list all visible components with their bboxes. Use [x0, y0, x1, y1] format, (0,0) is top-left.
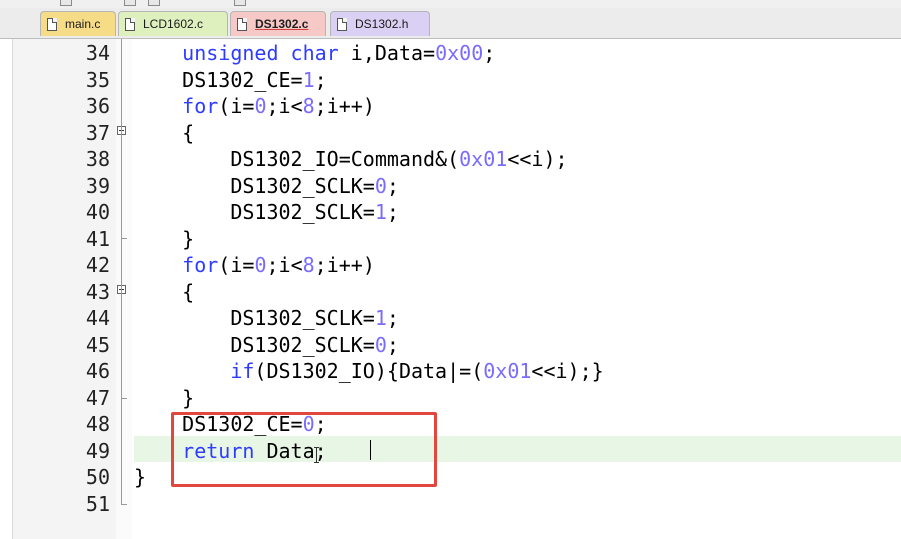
tab-label: DS1302.c	[255, 17, 309, 31]
code-line[interactable]: DS1302_CE=1;	[134, 67, 327, 94]
tab-label: LCD1602.c	[143, 17, 204, 31]
code-line[interactable]: DS1302_SCLK=0;	[134, 332, 399, 359]
line-number: 51	[85, 491, 110, 516]
line-number: 48	[85, 412, 110, 436]
code-line[interactable]: }	[134, 464, 146, 491]
fold-guide-line	[121, 39, 122, 504]
fold-end-marker	[121, 504, 127, 505]
tab-ds1302-h[interactable]: DS1302.h	[330, 11, 430, 36]
line-number: 40	[85, 200, 110, 224]
line-number: 37	[85, 120, 110, 145]
toolbar-strip	[0, 0, 901, 8]
tab-ds1302-c[interactable]: DS1302.c	[230, 11, 326, 36]
code-editor[interactable]: 34 unsigned char i,Data=0x00; 35 DS1302_C…	[0, 39, 901, 539]
text-caret	[370, 440, 371, 460]
toolbar-button[interactable]	[124, 0, 136, 6]
line-number: 45	[85, 332, 110, 357]
line-number: 50	[85, 465, 110, 489]
file-icon	[337, 17, 347, 31]
line-number: 39	[85, 173, 110, 198]
code-line[interactable]: for(i=0;i<8;i++)	[134, 252, 375, 279]
toolbar-button[interactable]	[148, 0, 160, 6]
file-icon	[125, 17, 135, 31]
file-icon	[47, 17, 57, 31]
line-number: 35	[85, 67, 110, 92]
tab-label: main.c	[65, 17, 101, 31]
file-icon	[237, 17, 247, 31]
line-number: 43	[85, 279, 110, 304]
line-number: 34	[85, 41, 110, 65]
tab-lcd1602-c[interactable]: LCD1602.c	[118, 11, 228, 36]
code-line[interactable]: DS1302_SCLK=1;	[134, 199, 399, 226]
code-line[interactable]: DS1302_SCLK=0;	[134, 173, 399, 200]
line-number: 49	[85, 438, 110, 463]
tab-label: DS1302.h	[355, 17, 409, 31]
toolbar-button[interactable]	[234, 0, 246, 6]
line-number: 44	[85, 306, 110, 330]
code-line[interactable]: DS1302_SCLK=1;	[134, 305, 399, 332]
code-line[interactable]: unsigned char i,Data=0x00;	[134, 40, 495, 67]
code-line[interactable]: for(i=0;i<8;i++)	[134, 93, 375, 120]
code-line[interactable]: {	[134, 279, 194, 306]
line-number: 41	[85, 226, 110, 251]
code-line[interactable]: }	[134, 226, 194, 253]
toolbar-button[interactable]	[60, 0, 72, 6]
line-number: 47	[85, 385, 110, 410]
line-number: 42	[85, 253, 110, 277]
code-line[interactable]: DS1302_IO=Command&(0x01<<i);	[134, 146, 567, 173]
annotation-box	[171, 412, 437, 487]
file-tab-bar: main.c LCD1602.c DS1302.c DS1302.h	[0, 8, 901, 39]
line-number: 46	[85, 359, 110, 383]
line-number: 36	[85, 94, 110, 118]
ibeam-cursor-icon	[314, 447, 320, 463]
code-line[interactable]: if(DS1302_IO){Data|=(0x01<<i);}	[134, 358, 603, 385]
tab-main-c[interactable]: main.c	[40, 11, 116, 36]
line-number: 38	[85, 147, 110, 171]
code-line[interactable]: }	[134, 385, 194, 412]
code-line[interactable]: {	[134, 120, 194, 147]
